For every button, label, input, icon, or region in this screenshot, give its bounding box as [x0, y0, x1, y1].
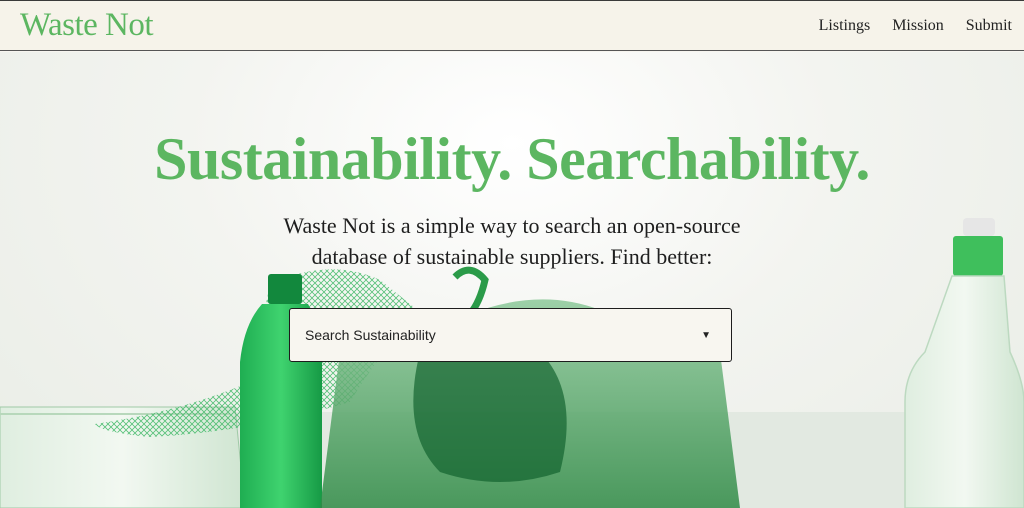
search-select-label: Search Sustainability: [305, 327, 436, 343]
nav-mission[interactable]: Mission: [892, 17, 944, 35]
page-title: Sustainability. Searchability.: [154, 126, 870, 192]
hero-description: Waste Not is a simple way to search an o…: [283, 213, 741, 269]
nav-links: Listings Mission Submit: [819, 17, 1012, 35]
hero-section: Sustainability. Searchability. Waste Not…: [0, 52, 1024, 508]
caret-down-icon: ▼: [701, 329, 711, 341]
navbar: Waste Not Listings Mission Submit: [0, 0, 1024, 51]
search-select[interactable]: Search Sustainability ▼: [289, 308, 732, 362]
nav-listings[interactable]: Listings: [819, 17, 871, 35]
logo[interactable]: Waste Not: [20, 9, 154, 42]
hero-background-image: [0, 218, 1024, 508]
nav-submit[interactable]: Submit: [966, 17, 1012, 35]
